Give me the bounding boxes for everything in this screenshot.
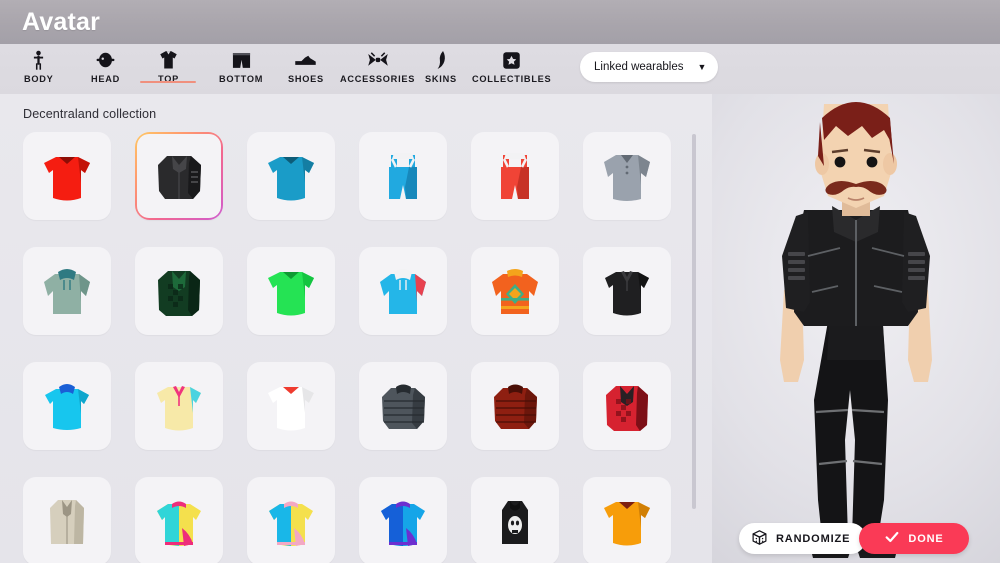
wearable-item-red-overalls[interactable] xyxy=(471,132,559,220)
wearable-thumbnail xyxy=(359,362,447,450)
wearable-thumbnail xyxy=(471,362,559,450)
tab-shoes[interactable]: SHOES xyxy=(288,44,324,84)
tab-top[interactable]: TOP xyxy=(140,44,197,84)
wearable-item-grey-puffer-jacket[interactable] xyxy=(359,362,447,450)
done-button[interactable]: DONE xyxy=(859,523,969,554)
wearable-thumbnail xyxy=(359,247,447,335)
body-icon xyxy=(30,49,47,71)
wearable-thumbnail xyxy=(583,247,671,335)
tab-label: BODY xyxy=(24,74,54,84)
done-label: DONE xyxy=(908,532,944,545)
wearable-item-rainbow-white-tshirt[interactable] xyxy=(247,362,335,450)
wearable-thumbnail xyxy=(583,132,671,220)
tab-skins[interactable]: SKINS xyxy=(425,44,457,84)
wearable-item-aztec-pattern-sweater[interactable] xyxy=(471,247,559,335)
wearable-item-green-checker-coat[interactable] xyxy=(135,247,223,335)
tab-body[interactable]: BODY xyxy=(24,44,54,84)
tab-active-underline xyxy=(140,81,197,83)
tab-label: HEAD xyxy=(91,74,121,84)
chevron-down-icon: ▼ xyxy=(697,61,707,72)
wearable-thumbnail xyxy=(135,362,223,450)
dice-icon xyxy=(751,529,768,549)
shorts-icon xyxy=(231,49,252,71)
wearable-item-red-puffer-jacket[interactable] xyxy=(471,362,559,450)
check-icon xyxy=(884,529,900,548)
wearable-item-black-bomber-jacket[interactable] xyxy=(135,132,223,220)
wearable-thumbnail xyxy=(359,477,447,563)
wearable-thumbnail xyxy=(359,132,447,220)
wearable-item-blue-overalls[interactable] xyxy=(359,132,447,220)
wearable-item-beige-longcoat[interactable] xyxy=(23,477,111,563)
avatar-figure xyxy=(780,102,932,558)
wearable-item-blue-tshirt[interactable] xyxy=(247,132,335,220)
grid-scrollbar[interactable] xyxy=(692,134,696,509)
tab-label: ACCESSORIES xyxy=(340,74,416,84)
wearable-thumbnail xyxy=(137,134,221,218)
wearable-thumbnail xyxy=(247,477,335,563)
wearable-item-grid xyxy=(23,132,671,563)
wearable-thumbnail xyxy=(471,247,559,335)
wearable-item-black-polo-shirt[interactable] xyxy=(583,247,671,335)
wearable-thumbnail xyxy=(135,247,223,335)
linked-wearables-dropdown[interactable]: Linked wearables ▼ xyxy=(580,52,719,82)
tab-collectibles[interactable]: COLLECTIBLES xyxy=(472,44,551,84)
wearable-thumbnail xyxy=(247,247,335,335)
wearable-item-green-tshirt[interactable] xyxy=(247,247,335,335)
wearable-thumbnail xyxy=(23,362,111,450)
wearable-item-colorblock-tee-a[interactable] xyxy=(135,477,223,563)
tab-label: COLLECTIBLES xyxy=(472,74,552,84)
tab-label: BOTTOM xyxy=(219,74,264,84)
wearable-item-black-skull-tanktop[interactable] xyxy=(471,477,559,563)
wearable-thumbnail xyxy=(583,477,671,563)
bowtie-icon xyxy=(367,49,389,71)
tab-head[interactable]: HEAD xyxy=(91,44,120,84)
wearable-thumbnail xyxy=(583,362,671,450)
app-header: Avatar xyxy=(0,0,1000,44)
wearable-thumbnail xyxy=(471,477,559,563)
wearable-item-red-plaid-flannel[interactable] xyxy=(583,362,671,450)
avatar-preview-stage[interactable] xyxy=(712,94,1000,563)
randomize-button[interactable]: RANDOMIZE xyxy=(739,523,867,554)
wearable-item-blue-pattern-tee[interactable] xyxy=(359,477,447,563)
dropdown-label: Linked wearables xyxy=(594,61,684,73)
page-title: Avatar xyxy=(22,7,101,36)
wearable-thumbnail xyxy=(23,132,111,220)
skin-icon xyxy=(434,49,448,71)
wearable-thumbnail xyxy=(247,362,335,450)
wearable-item-red-tshirt[interactable] xyxy=(23,132,111,220)
shoe-icon xyxy=(294,49,317,71)
wearable-thumbnail xyxy=(23,477,111,563)
wearable-item-sage-hoodie[interactable] xyxy=(23,247,111,335)
randomize-label: RANDOMIZE xyxy=(776,532,851,545)
tab-accessories[interactable]: ACCESSORIES xyxy=(340,44,415,84)
wearable-item-striped-pastel-polo[interactable] xyxy=(135,362,223,450)
collectible-icon xyxy=(502,49,521,71)
wearable-thumbnail xyxy=(135,477,223,563)
shirt-icon xyxy=(159,49,178,71)
wearable-item-orange-tshirt[interactable] xyxy=(583,477,671,563)
wearable-thumbnail xyxy=(23,247,111,335)
wearable-item-cyan-hooded-tshirt[interactable] xyxy=(23,362,111,450)
category-tabbar: BODY HEAD TOP BOTTOM SHOES ACCESSORIES SKINS CO… xyxy=(0,44,1000,94)
wearable-item-grey-henley-shirt[interactable] xyxy=(583,132,671,220)
tab-label: SKINS xyxy=(425,74,457,84)
wearable-thumbnail xyxy=(471,132,559,220)
wearable-browser-panel: Decentraland collection xyxy=(0,94,712,563)
tab-bottom[interactable]: BOTTOM xyxy=(219,44,263,84)
head-icon xyxy=(95,49,116,71)
wearable-item-colorblock-tee-b[interactable] xyxy=(247,477,335,563)
wearable-item-striped-blue-hoodie[interactable] xyxy=(359,247,447,335)
tab-label: SHOES xyxy=(288,74,324,84)
wearable-thumbnail xyxy=(247,132,335,220)
collection-title: Decentraland collection xyxy=(23,107,157,121)
